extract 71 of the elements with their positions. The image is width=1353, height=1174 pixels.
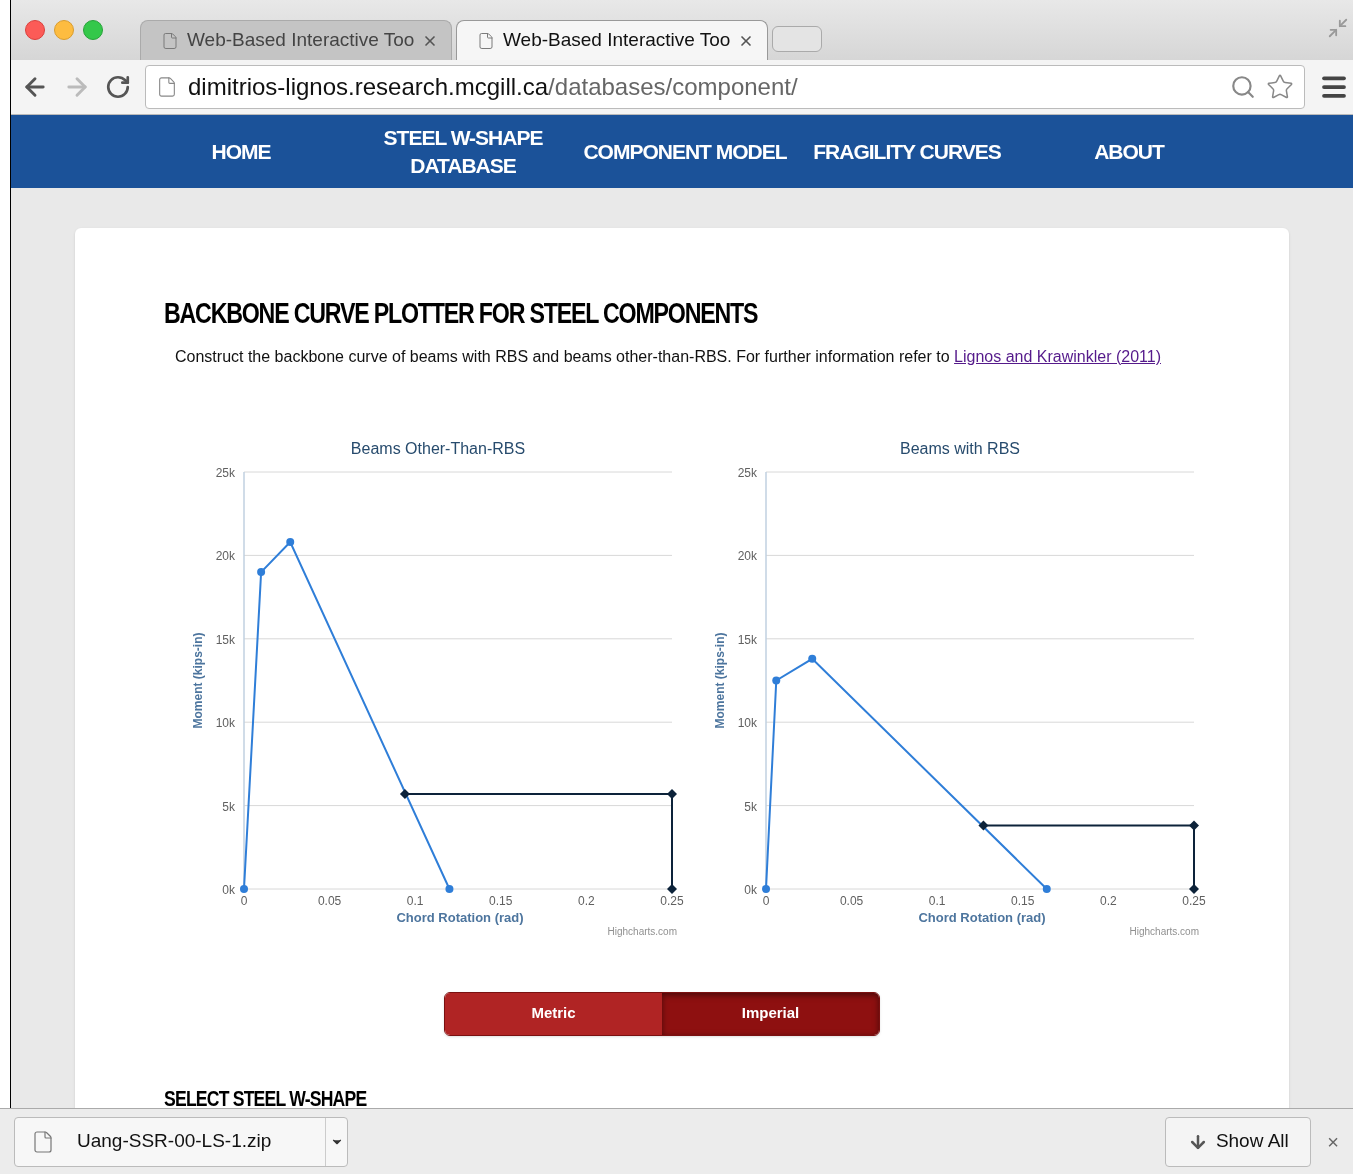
x-tick-label: 0.1: [928, 893, 946, 908]
x-axis-title: Chord Rotation (rad): [396, 909, 524, 925]
new-tab-button[interactable]: [772, 26, 822, 52]
x-tick-label: 0.05: [839, 893, 864, 908]
point: [1042, 884, 1051, 893]
x-tick-label: 0.2: [1100, 893, 1117, 908]
x-axis-title: Chord Rotation (rad): [918, 909, 1046, 925]
address-bar[interactable]: dimitrios-lignos.research.mcgill.ca/databases/component/: [145, 65, 1305, 109]
reference-link[interactable]: Lignos and Krawinkler (2011): [954, 347, 1161, 365]
x-tick-label: 0.25: [660, 893, 684, 908]
minimize-window-button[interactable]: [54, 20, 74, 40]
point: [445, 884, 454, 893]
x-tick-label: 0.25: [1182, 893, 1206, 908]
search-icon[interactable]: [1230, 74, 1256, 100]
page-icon: [156, 76, 178, 98]
browser-tab[interactable]: Web-Based Interactive Too: [140, 20, 452, 60]
y-tick-label: 5k: [222, 799, 235, 814]
section-heading: SELECT STEEL W-SHAPE: [164, 1084, 368, 1113]
nav-link[interactable]: FRAGILITY CURVES: [796, 137, 1018, 166]
point: [978, 820, 989, 831]
point: [399, 788, 410, 799]
y-tick-label: 20k: [215, 548, 235, 563]
point: [257, 567, 266, 576]
y-axis-title: Moment (kips-in): [191, 632, 205, 728]
y-tick-label: 10k: [215, 715, 235, 730]
x-tick-label: 0.15: [1011, 893, 1035, 908]
x-tick-label: 0.05: [317, 893, 342, 908]
y-tick-label: 25k: [215, 465, 235, 480]
page-icon: [477, 31, 495, 50]
y-tick-label: 15k: [737, 632, 757, 647]
page-icon: [161, 31, 179, 50]
y-tick-label: 20k: [737, 548, 757, 563]
x-tick-label: 0: [762, 893, 770, 908]
zip-file-icon: [31, 1129, 55, 1154]
close-window-button[interactable]: [25, 20, 45, 40]
y-tick-label: 0k: [744, 882, 757, 897]
y-axis-title: Moment (kips-in): [713, 632, 727, 728]
point: [772, 676, 781, 684]
point: [808, 654, 817, 663]
point: [286, 537, 295, 546]
point: [667, 788, 677, 799]
x-tick-label: 0.1: [406, 893, 424, 908]
nav-link[interactable]: STEEL W-SHAPE DATABASE: [352, 123, 574, 180]
y-tick-label: 10k: [737, 715, 757, 730]
reload-icon[interactable]: [105, 74, 131, 100]
zoom-window-button[interactable]: [83, 20, 103, 40]
fullscreen-icon[interactable]: [1327, 17, 1349, 39]
nav-link[interactable]: COMPONENT MODEL: [574, 137, 796, 166]
point: [1189, 820, 1199, 831]
download-item[interactable]: Uang-SSR-00-LS-1.zip: [14, 1116, 348, 1167]
close-download-bar-button[interactable]: ×: [1327, 1126, 1339, 1157]
y-tick-label: 5k: [744, 799, 757, 814]
x-tick-label: 0.2: [578, 893, 595, 908]
intro-paragraph: Construct the backbone curve of beams with RBS and beams other-than-RBS. For further information refer to Lignos and Krawinkler (2011): [175, 346, 1162, 367]
show-all-button[interactable]: Show All: [1165, 1116, 1312, 1167]
unit-toggle-button[interactable]: Metric: [445, 992, 662, 1035]
y-tick-label: 25k: [737, 465, 757, 480]
bookmark-star-icon[interactable]: [1266, 73, 1294, 101]
x-tick-label: 0.15: [489, 893, 513, 908]
y-tick-label: 0k: [222, 882, 235, 897]
chart-title: Beams Other-Than-RBS: [350, 439, 526, 457]
chart-title: Beams with RBS: [900, 439, 1020, 457]
page-heading: BACKBONE CURVE PLOTTER FOR STEEL COMPONENTS: [164, 296, 759, 331]
nav-link[interactable]: HOME: [130, 137, 352, 166]
nav-link[interactable]: ABOUT: [1018, 137, 1240, 166]
point: [240, 884, 248, 893]
y-tick-label: 15k: [215, 632, 235, 647]
point: [762, 884, 770, 893]
unit-toggle-button[interactable]: Imperial: [662, 992, 879, 1035]
browser-tab[interactable]: Web-Based Interactive Too: [456, 20, 768, 60]
x-tick-label: 0: [240, 893, 248, 908]
